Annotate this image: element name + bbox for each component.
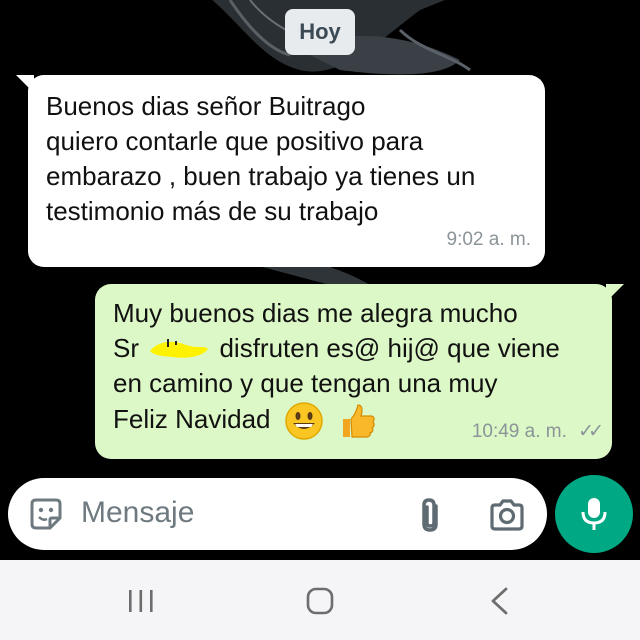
bubble-tail [606, 284, 624, 302]
outgoing-message-bubble[interactable]: Muy buenos dias me alegra mucho Sr disfr… [95, 284, 624, 459]
message-line: en camino y que tengan una muy [113, 368, 498, 398]
voice-message-button[interactable] [555, 475, 633, 553]
message-timestamp: 9:02 a. m. [446, 229, 532, 250]
paperclip-icon[interactable] [416, 496, 446, 534]
thumbs-up-emoji [342, 404, 375, 438]
message-line: Sr disfruten es@ hij@ que viene [113, 331, 603, 366]
message-meta: 10:49 a. m. ✓✓ [471, 414, 604, 449]
message-line-suffix: disfruten es@ hij@ que viene [219, 333, 560, 363]
message-line: Buenos dias señor Buitrago [46, 91, 366, 121]
grinning-face-emoji [285, 402, 323, 440]
message-input[interactable]: Mensaje [81, 496, 194, 530]
message-line: Muy buenos dias me alegra mucho [113, 298, 518, 328]
message-composer: Mensaje [8, 478, 547, 550]
double-check-icon: ✓✓ [578, 421, 604, 442]
date-separator-chip: Hoy [285, 9, 355, 55]
emoji-sticker-icon[interactable] [28, 496, 64, 532]
recents-icon[interactable] [127, 587, 155, 615]
message-line-prefix: Sr [113, 333, 139, 363]
home-icon[interactable] [305, 586, 335, 616]
camera-icon[interactable] [488, 498, 526, 532]
microphone-icon [581, 498, 607, 530]
message-line: quiero contarle que positivo para [46, 126, 424, 156]
incoming-message-text: Buenos dias señor Buitrago quiero contar… [46, 89, 536, 229]
date-label: Hoy [299, 19, 341, 44]
redaction-scribble [150, 339, 209, 358]
incoming-message-bubble[interactable]: Buenos dias señor Buitrago quiero contar… [16, 75, 545, 267]
message-line: embarazo , buen trabajo ya tienes un [46, 161, 476, 191]
message-line-text: Feliz Navidad [113, 403, 271, 434]
bubble-tail [16, 75, 34, 93]
message-timestamp: 10:49 a. m. [471, 421, 567, 442]
back-icon[interactable] [488, 586, 512, 616]
